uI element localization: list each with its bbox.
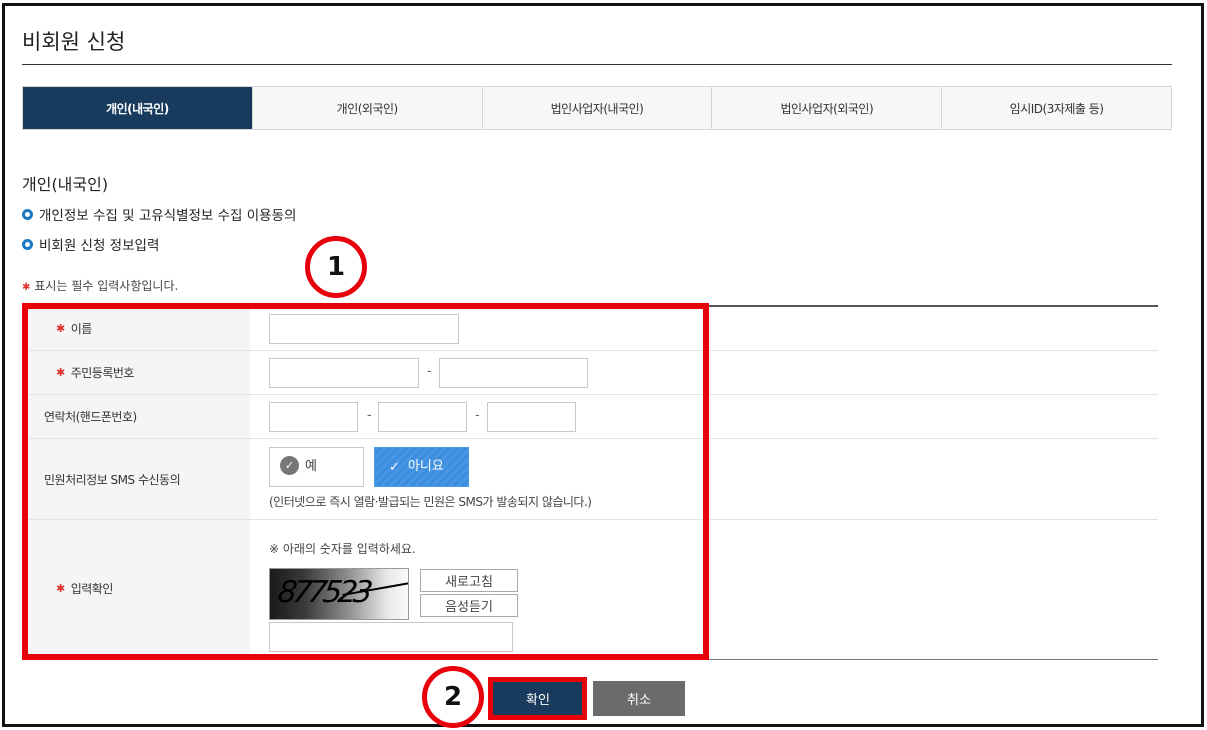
applicant-type-tabs: 개인(내국인) 개인(외국인) 법인사업자(내국인) 법인사업자(외국인) 임시… (22, 86, 1172, 130)
row-sms-label: 민원처리정보 SMS 수신동의 (22, 439, 250, 519)
tab-individual-domestic[interactable]: 개인(내국인) (23, 87, 252, 129)
annotation-marker-1: 1 (305, 236, 367, 298)
row-phone-body: - - (250, 395, 1158, 438)
required-star-icon: ✱ (56, 366, 65, 379)
row-captcha-label: ✱ 입력확인 (22, 520, 250, 656)
row-sms-body: ✓ 예 ✓ 아니요 (인터넷으로 즉시 열람·발급되는 민원은 SMS가 발송되… (250, 439, 1158, 519)
captcha-input[interactable] (269, 622, 513, 652)
row-name: ✱ 이름 (22, 306, 1158, 351)
tab-corporate-domestic[interactable]: 법인사업자(내국인) (481, 87, 712, 129)
annotation-marker-2: 2 (422, 666, 484, 728)
bullet-ring-icon (22, 208, 33, 220)
captcha-label: 입력확인 (70, 581, 114, 596)
section-title: 개인(내국인) (22, 175, 109, 194)
required-star-icon: ✱ (56, 321, 65, 335)
row-captcha: ✱ 입력확인 ※ 아래의 숫자를 입력하세요. 877523 새로고침 음성듣기 (22, 520, 1158, 656)
sms-no-button[interactable]: ✓ 아니요 (374, 447, 469, 487)
required-star-icon: ✱ (56, 581, 65, 595)
rrn-back-input[interactable] (439, 358, 588, 388)
sms-note: (인터넷으로 즉시 열람·발급되는 민원은 SMS가 발송되지 않습니다.) (269, 495, 592, 509)
bullet-info-label: 비회원 신청 정보입력 (39, 238, 160, 254)
required-note-text: 표시는 필수 입력사항입니다. (34, 279, 179, 293)
bullet-consent: 개인정보 수집 및 고유식별정보 수집 이용동의 (22, 204, 296, 224)
tab-corporate-foreign[interactable]: 법인사업자(외국인) (711, 87, 941, 129)
title-divider (22, 64, 1172, 65)
row-name-body (250, 306, 1158, 350)
page-title: 비회원 신청 (22, 30, 126, 54)
row-phone-label: 연락처(핸드폰번호) (22, 395, 250, 438)
rrn-front-input[interactable] (269, 358, 419, 388)
row-phone: 연락처(핸드폰번호) - - (22, 395, 1158, 439)
rrn-label: 주민등록번호 (70, 366, 135, 380)
captcha-image: 877523 (269, 568, 409, 620)
phone-part1-input[interactable] (269, 402, 358, 432)
captcha-refresh-button[interactable]: 새로고침 (420, 569, 518, 592)
sms-yes-label: 예 (305, 458, 317, 474)
phone-part2-input[interactable] (378, 402, 467, 432)
tab-individual-foreign[interactable]: 개인(외국인) (251, 87, 482, 129)
sms-yes-button[interactable]: ✓ 예 (269, 447, 364, 487)
required-star-icon: ✱ (22, 282, 31, 293)
tab-temporary-id[interactable]: 임시ID(3자제출 등) (941, 87, 1171, 129)
captcha-audio-button[interactable]: 음성듣기 (420, 594, 518, 617)
phone-separator: - (367, 408, 372, 423)
row-sms: 민원처리정보 SMS 수신동의 ✓ 예 ✓ 아니요 (인터넷으로 즉시 열람·발… (22, 439, 1158, 520)
row-rrn-body: - (250, 351, 1158, 394)
check-circle-icon: ✓ (280, 455, 299, 475)
name-label: 이름 (70, 321, 93, 336)
required-note: ✱ 표시는 필수 입력사항입니다. (22, 277, 178, 294)
rrn-separator: - (427, 364, 432, 379)
phone-part3-input[interactable] (487, 402, 576, 432)
row-name-label: ✱ 이름 (22, 306, 250, 350)
confirm-button[interactable]: 확인 (492, 681, 584, 716)
sms-no-label: 아니요 (407, 458, 444, 474)
bullet-info-input: 비회원 신청 정보입력 (22, 234, 159, 254)
name-input[interactable] (269, 314, 459, 344)
cancel-button[interactable]: 취소 (593, 681, 685, 716)
phone-separator: - (475, 408, 480, 423)
form-bottom-divider (22, 659, 1158, 660)
captcha-note: ※ 아래의 숫자를 입력하세요. (269, 542, 416, 556)
bullet-ring-icon (22, 238, 33, 250)
row-rrn-label: ✱ 주민등록번호 (22, 351, 250, 394)
row-rrn: ✱ 주민등록번호 - (22, 351, 1158, 395)
row-captcha-body: ※ 아래의 숫자를 입력하세요. 877523 새로고침 음성듣기 (250, 520, 1158, 656)
bullet-consent-label: 개인정보 수집 및 고유식별정보 수집 이용동의 (39, 208, 297, 224)
check-icon: ✓ (389, 459, 400, 475)
